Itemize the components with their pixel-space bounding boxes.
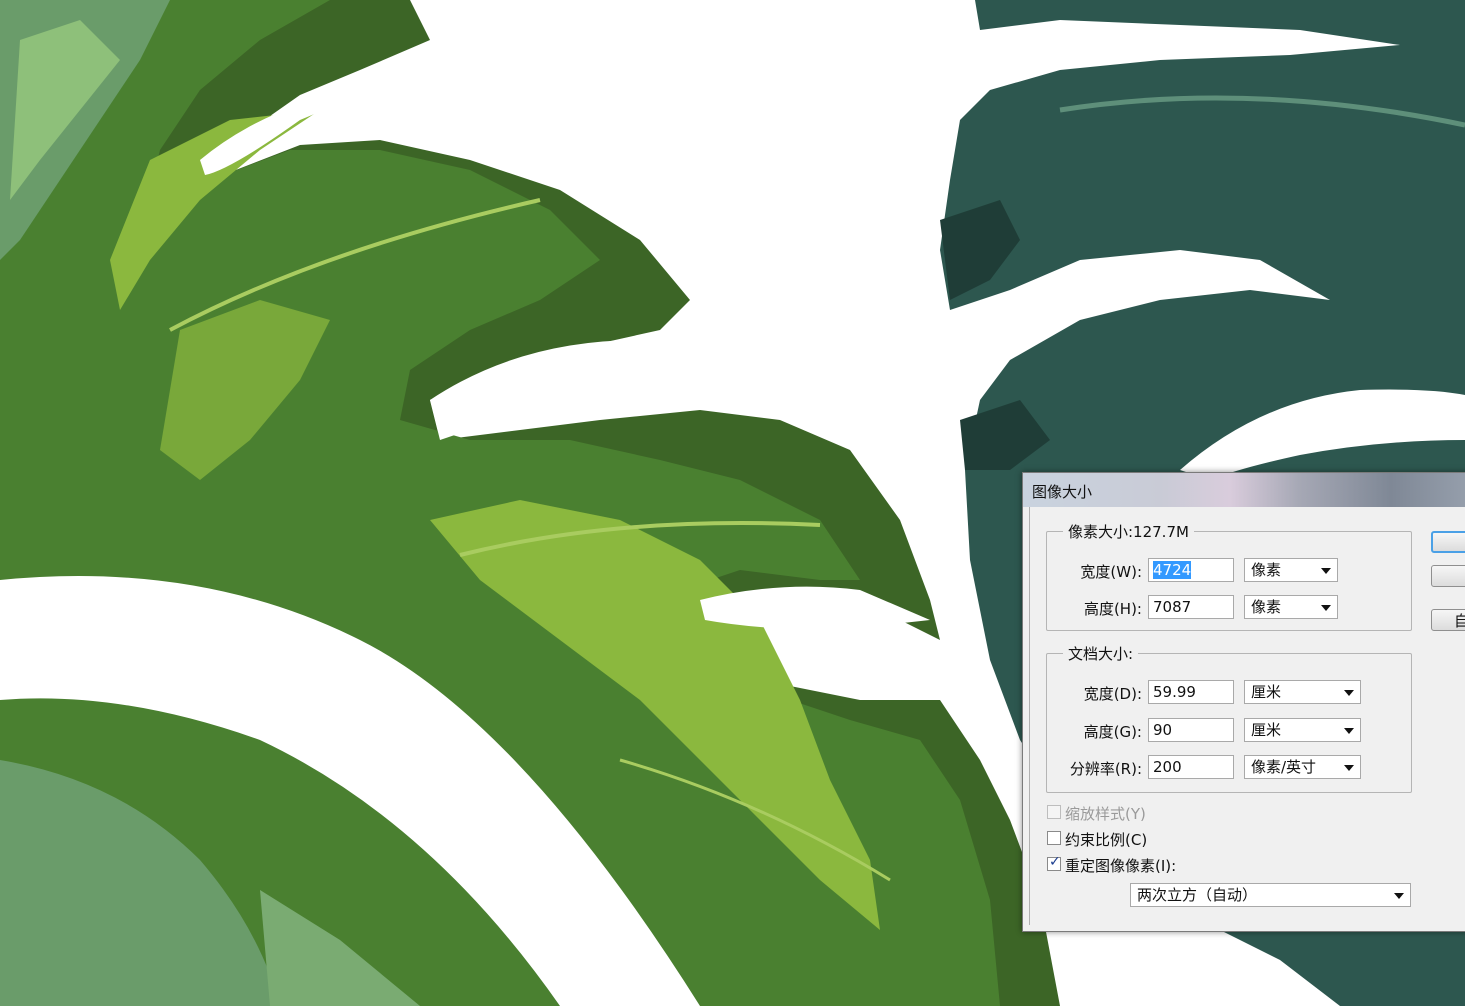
cancel-button[interactable] [1431, 565, 1465, 587]
doc-width-unit-select[interactable]: 厘米 [1244, 680, 1361, 704]
ok-button[interactable] [1431, 531, 1465, 553]
scale-styles-label: 缩放样式(Y) [1065, 805, 1146, 823]
chevron-down-icon [1321, 605, 1331, 611]
pixel-height-unit-select[interactable]: 像素 [1244, 595, 1338, 619]
doc-height-label: 高度(G): [1083, 723, 1142, 741]
auto-button[interactable]: 自 [1431, 609, 1465, 631]
pixel-width-input[interactable]: 4724 [1148, 558, 1234, 582]
resample-method-select[interactable]: 两次立方（自动） [1130, 883, 1411, 907]
chevron-down-icon [1344, 765, 1354, 771]
chevron-down-icon [1394, 893, 1404, 899]
resolution-unit-select[interactable]: 像素/英寸 [1244, 755, 1361, 779]
pixel-dimensions-title: 像素大小:127.7M [1063, 521, 1194, 542]
image-size-dialog: 图像大小 像素大小:127.7M 宽度(W): 4724 像素 高度(H): 7… [1022, 472, 1465, 932]
constrain-proportions-checkbox[interactable] [1047, 831, 1061, 845]
constrain-proportions-label: 约束比例(C) [1065, 831, 1148, 849]
pixel-width-unit-select[interactable]: 像素 [1244, 558, 1338, 582]
doc-width-input[interactable]: 59.99 [1148, 680, 1234, 704]
dialog-title: 图像大小 [1032, 483, 1093, 501]
checkmark-icon: ✓ [1049, 854, 1061, 870]
chevron-down-icon [1321, 568, 1331, 574]
doc-width-label: 宽度(D): [1083, 685, 1142, 703]
scale-styles-checkbox[interactable] [1047, 805, 1061, 819]
chevron-down-icon [1344, 690, 1354, 696]
resample-label: 重定图像像素(I): [1065, 857, 1177, 875]
doc-height-input[interactable]: 90 [1148, 718, 1234, 742]
pixel-height-input[interactable]: 7087 [1148, 595, 1234, 619]
resample-checkbox[interactable]: ✓ [1047, 854, 1061, 871]
pixel-height-label: 高度(H): [1083, 600, 1142, 618]
document-size-title: 文档大小: [1063, 643, 1139, 664]
resolution-label: 分辨率(R): [1069, 760, 1142, 778]
pixel-width-label: 宽度(W): [1080, 563, 1142, 581]
dialog-body: 像素大小:127.7M 宽度(W): 4724 像素 高度(H): 7087 像… [1029, 507, 1465, 925]
dialog-titlebar[interactable]: 图像大小 [1023, 473, 1465, 507]
chevron-down-icon [1344, 728, 1354, 734]
resolution-input[interactable]: 200 [1148, 755, 1234, 779]
doc-height-unit-select[interactable]: 厘米 [1244, 718, 1361, 742]
